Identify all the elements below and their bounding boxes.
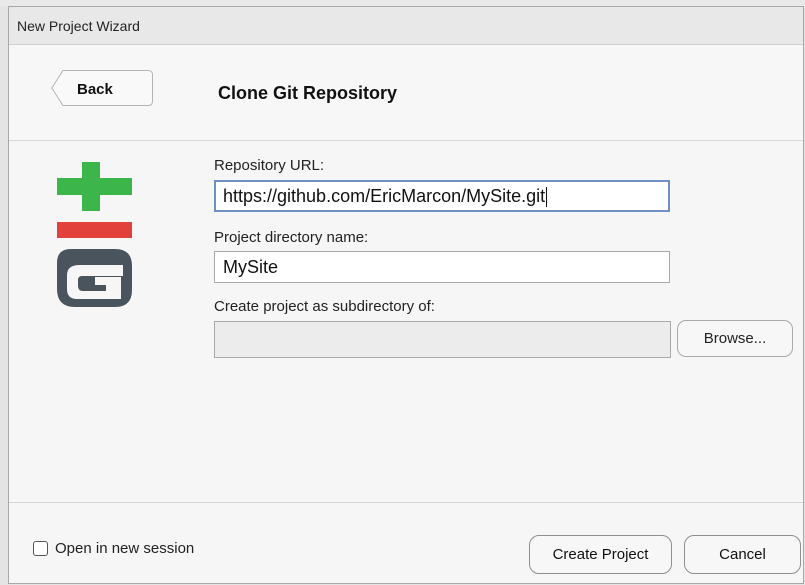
project-directory-value: MySite — [223, 257, 279, 277]
page-title: Clone Git Repository — [218, 83, 398, 103]
window-title: New Project Wizard — [17, 18, 140, 34]
repository-url-input[interactable]: https://github.com/EricMarcon/MySite.git — [214, 180, 670, 212]
parent-directory-field[interactable] — [214, 321, 671, 358]
repository-url-value: https://github.com/EricMarcon/MySite.git — [223, 186, 546, 206]
browse-button[interactable]: Browse... — [677, 320, 793, 357]
cancel-button[interactable]: Cancel — [684, 535, 801, 574]
back-button-label: Back — [77, 81, 113, 98]
title-bar: New Project Wizard — [9, 7, 803, 45]
open-in-new-session-label[interactable]: Open in new session — [55, 540, 194, 557]
back-button[interactable]: Back — [51, 70, 153, 106]
project-directory-input[interactable]: MySite — [214, 251, 670, 283]
open-in-new-session-checkbox[interactable] — [33, 541, 48, 556]
parent-directory-label: Create project as subdirectory of: — [214, 298, 435, 315]
git-logo-icon — [53, 162, 137, 312]
footer-divider — [9, 502, 803, 503]
text-caret — [546, 187, 548, 208]
new-project-wizard-dialog: New Project Wizard Back Clone Git Reposi… — [8, 6, 804, 584]
wizard-header: Back Clone Git Repository — [9, 45, 803, 141]
repository-url-label: Repository URL: — [214, 157, 325, 174]
create-project-button[interactable]: Create Project — [529, 535, 672, 574]
project-directory-label: Project directory name: — [214, 229, 369, 246]
